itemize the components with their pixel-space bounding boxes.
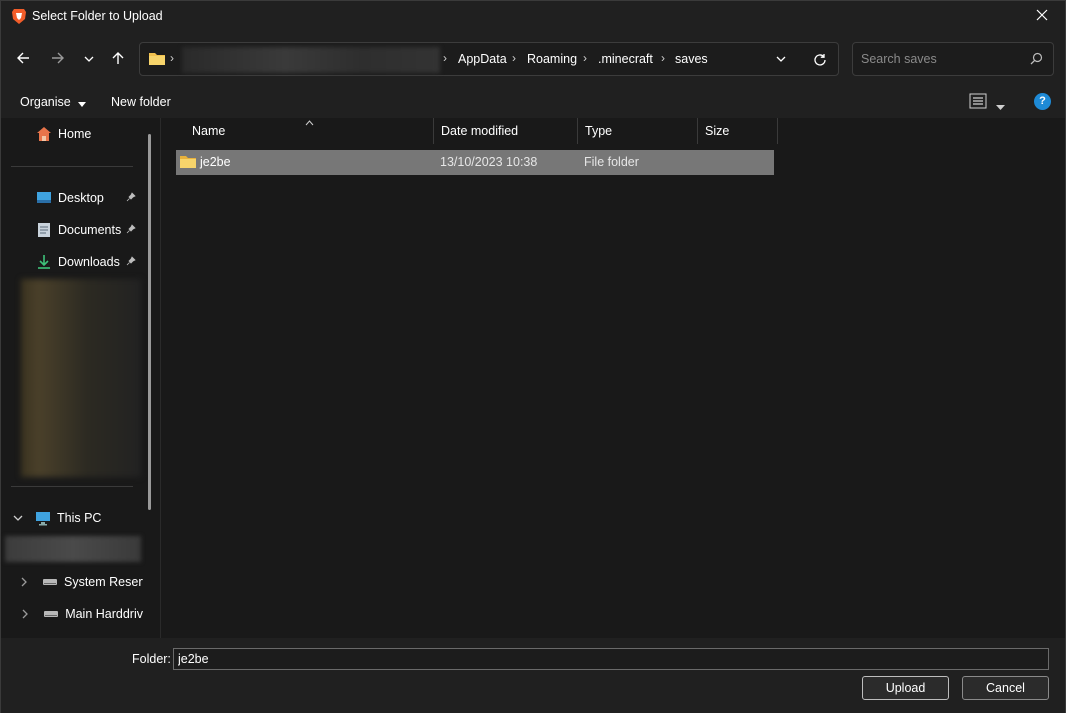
sidebar-item-downloads[interactable]: Downloads <box>36 250 151 274</box>
window-title: Select Folder to Upload <box>32 9 163 23</box>
divider <box>11 166 133 167</box>
downloads-icon <box>36 254 52 270</box>
up-button[interactable] <box>104 45 132 73</box>
documents-icon <box>36 222 52 238</box>
sidebar-item-desktop[interactable]: Desktop <box>36 186 151 210</box>
pin-icon <box>126 191 136 205</box>
close-icon <box>1036 9 1048 24</box>
redacted-drive-item <box>5 536 141 562</box>
search-icon <box>1030 52 1043 68</box>
breadcrumb-saves[interactable]: saves <box>675 52 708 66</box>
arrow-left-icon <box>16 51 30 68</box>
breadcrumb-appdata[interactable]: AppData <box>458 52 507 66</box>
breadcrumb-separator: › <box>512 51 516 65</box>
redacted-quick-access-items <box>21 279 141 477</box>
sidebar-item-label: Home <box>58 127 92 141</box>
title-bar: Select Folder to Upload <box>1 1 1065 32</box>
desktop-icon <box>36 190 52 206</box>
sidebar-item-this-pc[interactable]: This PC <box>13 506 101 530</box>
breadcrumb-roaming[interactable]: Roaming <box>527 52 577 66</box>
navigation-scrollbar[interactable] <box>148 134 151 510</box>
folder-icon <box>179 154 197 172</box>
caret-down-icon <box>78 96 87 110</box>
column-header-type[interactable]: Type <box>578 118 698 144</box>
folder-name-input[interactable] <box>173 648 1049 670</box>
sidebar-item-label: System Reserv <box>64 575 143 589</box>
search-input[interactable] <box>861 51 1021 67</box>
dialog-footer: Folder: Upload Cancel <box>1 638 1065 713</box>
column-header-size[interactable]: Size <box>698 118 778 144</box>
close-button[interactable] <box>1019 1 1065 32</box>
divider <box>11 486 133 487</box>
breadcrumb-separator: › <box>661 51 665 65</box>
folder-icon <box>148 51 166 69</box>
breadcrumb-minecraft[interactable]: .minecraft <box>598 52 653 66</box>
table-row[interactable]: je2be 13/10/2023 10:38 File folder <box>176 150 774 175</box>
address-dropdown-icon[interactable] <box>776 52 786 66</box>
column-header-name[interactable]: Name <box>185 118 434 144</box>
pin-icon <box>126 255 136 269</box>
recent-locations-button[interactable] <box>75 45 103 73</box>
sidebar-item-label: Desktop <box>58 191 104 205</box>
refresh-icon[interactable] <box>808 50 832 70</box>
sidebar-item-label: Downloads <box>58 255 120 269</box>
brave-lion-icon <box>11 8 27 25</box>
sidebar-item-home[interactable]: Home <box>36 122 91 146</box>
back-button[interactable] <box>9 45 37 73</box>
chevron-down-icon[interactable] <box>13 510 23 526</box>
organise-button[interactable]: Organise <box>20 95 87 110</box>
file-name: je2be <box>200 155 231 169</box>
arrow-right-icon <box>51 51 65 68</box>
sidebar-item-label: Main Harddriv <box>65 607 143 621</box>
forward-button[interactable] <box>44 45 72 73</box>
view-options-icon[interactable] <box>969 93 987 112</box>
folder-label: Folder: <box>132 652 171 666</box>
breadcrumb-separator: › <box>443 51 447 65</box>
chevron-down-icon <box>84 52 94 66</box>
cancel-button[interactable]: Cancel <box>962 676 1049 700</box>
file-dialog-window: Select Folder to Upload › › AppData › Ro… <box>0 0 1066 713</box>
file-list: Name Date modified Type Size je2be 13/10… <box>161 118 1065 638</box>
breadcrumb-separator: › <box>583 51 587 65</box>
arrow-up-icon <box>111 51 125 68</box>
pin-icon <box>126 223 136 237</box>
redacted-path <box>182 47 440 73</box>
chevron-right-icon[interactable] <box>21 574 28 590</box>
sidebar-item-label: Documents <box>58 223 122 237</box>
home-icon <box>36 126 52 142</box>
sidebar-item-system-reserved[interactable]: System Reserv <box>21 570 143 594</box>
view-dropdown-icon[interactable] <box>996 99 1005 113</box>
column-header-date-modified[interactable]: Date modified <box>434 118 578 144</box>
computer-icon <box>35 510 51 526</box>
search-box[interactable] <box>852 42 1054 76</box>
new-folder-button[interactable]: New folder <box>111 95 171 109</box>
navigation-pane: Home Desktop Documents Downloads This PC… <box>1 118 161 638</box>
chevron-right-icon[interactable] <box>21 606 29 622</box>
organise-label: Organise <box>20 95 71 109</box>
breadcrumb-separator: › <box>170 51 174 65</box>
help-icon[interactable]: ? <box>1034 93 1051 110</box>
navigation-bar: › › AppData › Roaming › .minecraft › sav… <box>1 32 1065 86</box>
address-bar[interactable]: › › AppData › Roaming › .minecraft › sav… <box>139 42 839 76</box>
upload-button[interactable]: Upload <box>862 676 949 700</box>
command-bar: Organise New folder ? <box>1 86 1065 118</box>
sidebar-item-label: This PC <box>57 511 102 525</box>
file-date-modified: 13/10/2023 10:38 <box>440 155 538 169</box>
sidebar-item-main-harddrive[interactable]: Main Harddriv <box>21 602 143 626</box>
sidebar-item-documents[interactable]: Documents <box>36 218 151 242</box>
drive-icon <box>43 606 59 622</box>
drive-icon <box>42 574 58 590</box>
file-type: File folder <box>584 155 639 169</box>
